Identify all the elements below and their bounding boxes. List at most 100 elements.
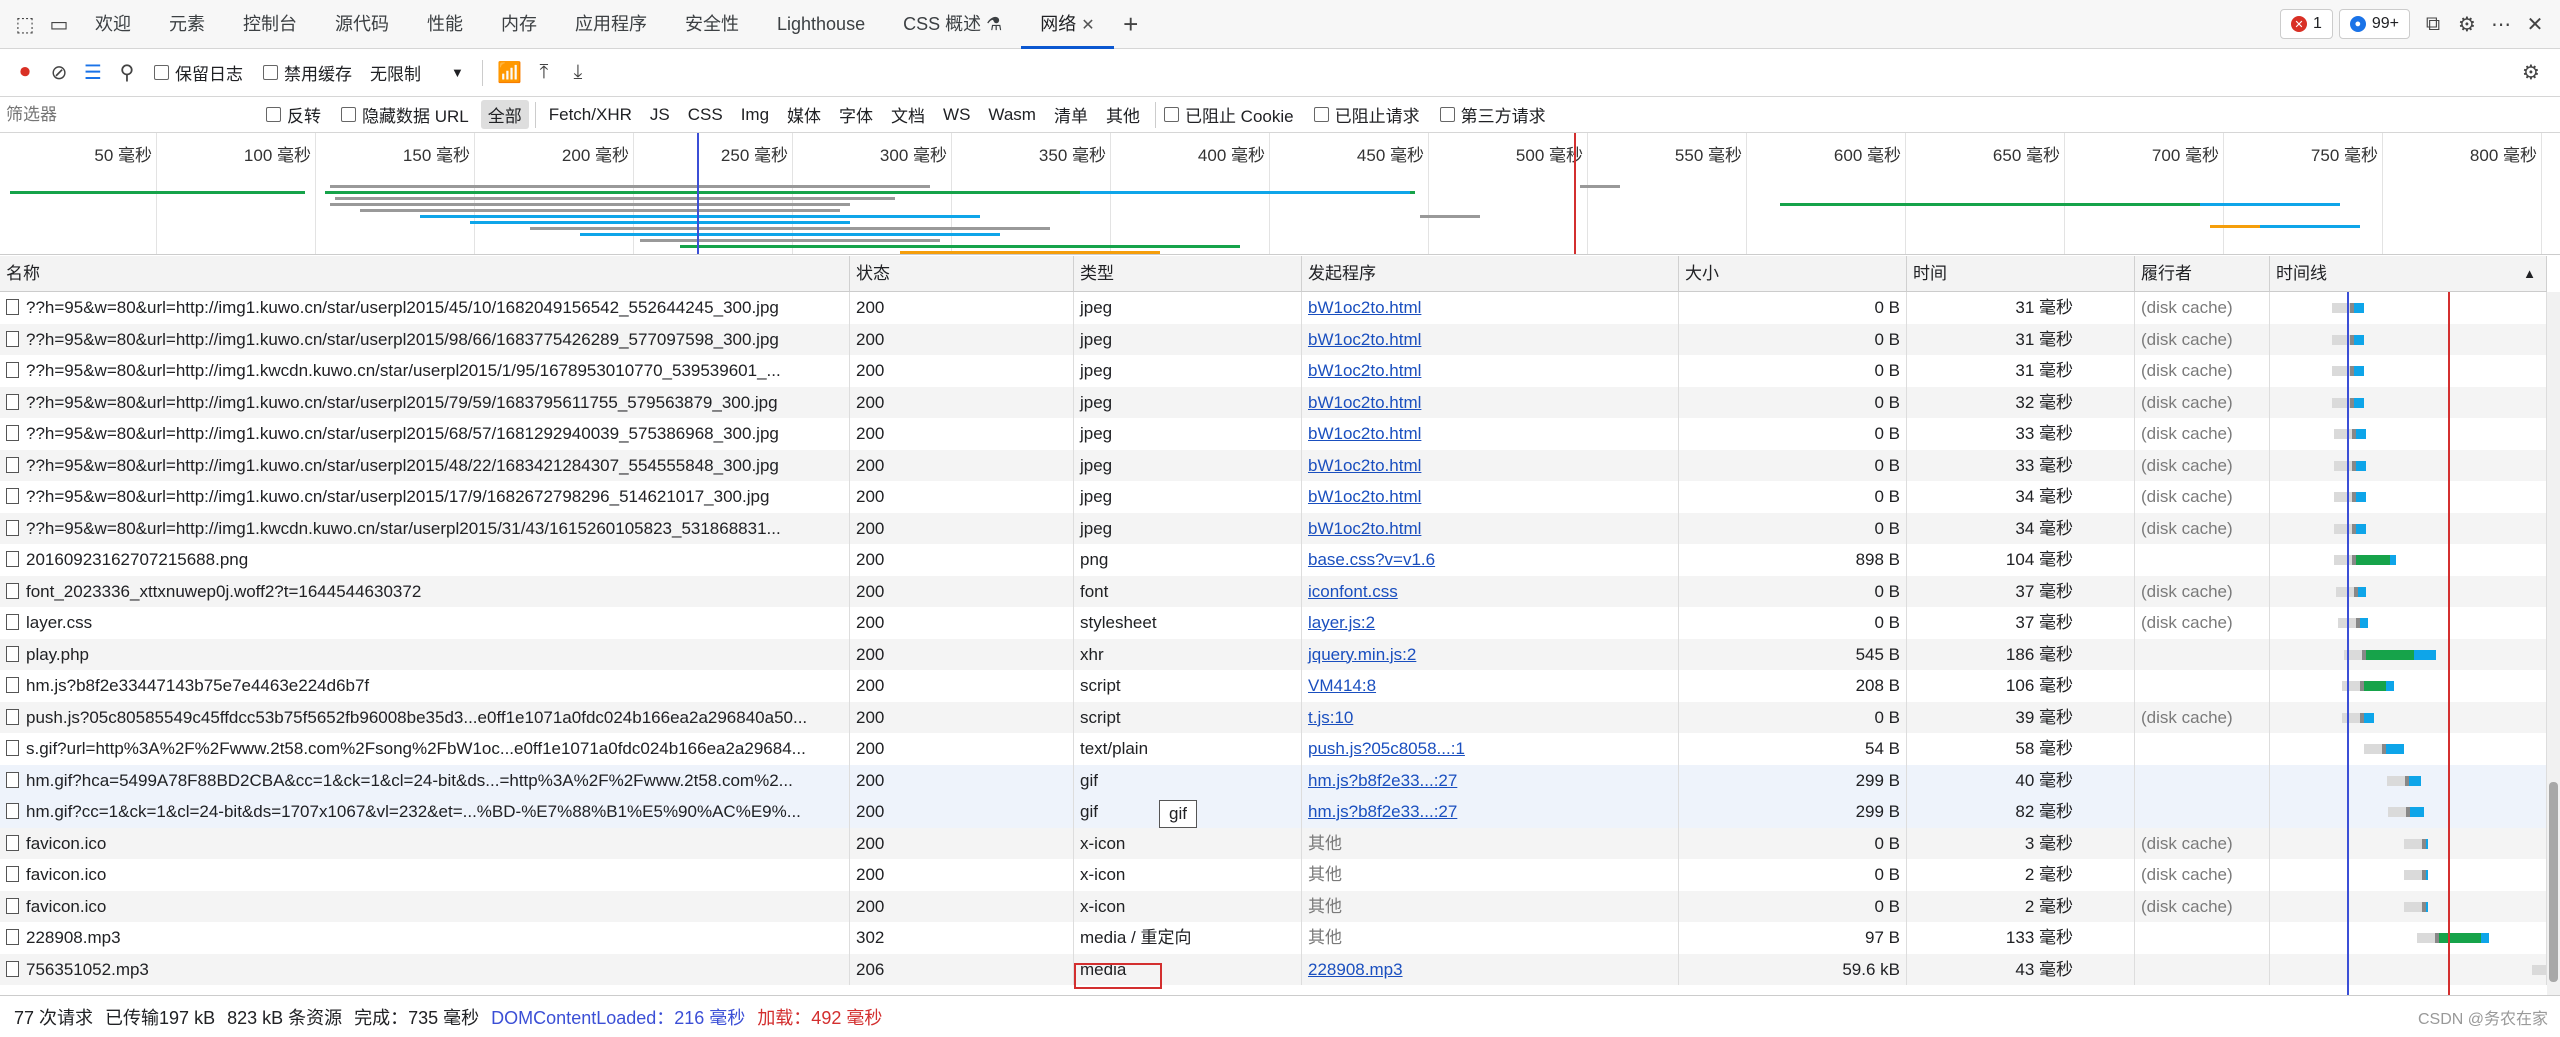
tab-performance[interactable]: 性能 (408, 0, 482, 49)
tab-security[interactable]: 安全性 (666, 0, 758, 49)
cell-initiator-text[interactable]: 228908.mp3 (1308, 960, 1403, 979)
table-row[interactable]: hm.gif?cc=1&ck=1&cl=24-bit&ds=1707x1067&… (0, 796, 2547, 828)
tab-lighthouse[interactable]: Lighthouse (758, 0, 884, 49)
type-filter-ws[interactable]: WS (936, 103, 977, 127)
type-filter-other[interactable]: 其他 (1099, 100, 1147, 129)
type-filter-wasm[interactable]: Wasm (981, 103, 1043, 127)
blocked-requests-checkbox[interactable]: 已阻止请求 (1313, 102, 1420, 127)
disable-cache-box[interactable] (263, 65, 278, 80)
column-type[interactable]: 类型 (1074, 256, 1302, 291)
cell-initiator-text[interactable]: layer.js:2 (1308, 613, 1375, 632)
column-initiator[interactable]: 发起程序 (1302, 256, 1679, 291)
cell-initiator-text[interactable]: bW1oc2to.html (1308, 456, 1421, 475)
close-tab-icon[interactable]: ✕ (1081, 17, 1094, 34)
share-icon[interactable]: ⧉ (2416, 7, 2450, 41)
hide-data-url-box[interactable] (341, 107, 356, 122)
device-toolbar-icon[interactable]: ▭ (42, 7, 76, 41)
cell-name[interactable]: ??h=95&w=80&url=http://img1.kuwo.cn/star… (0, 292, 850, 324)
type-filter-media[interactable]: 媒体 (780, 100, 828, 129)
network-settings-icon[interactable]: ⚙ (2514, 56, 2548, 90)
column-fulfilled-by[interactable]: 履行者 (2135, 256, 2270, 291)
cell-name[interactable]: font_2023336_xttxnuwep0j.woff2?t=1644544… (0, 575, 850, 607)
cell-name[interactable]: ??h=95&w=80&url=http://img1.kwcdn.kuwo.c… (0, 355, 850, 387)
invert-checkbox[interactable]: 反转 (266, 102, 321, 127)
cell-initiator-text[interactable]: bW1oc2to.html (1308, 424, 1421, 443)
cell-name[interactable]: 20160923162707215688.png (0, 544, 850, 576)
cell-name[interactable]: ??h=95&w=80&url=http://img1.kuwo.cn/star… (0, 418, 850, 450)
import-har-icon[interactable]: ⤒ (527, 56, 561, 90)
table-row[interactable]: push.js?05c80585549c45ffdcc53b75f5652fb9… (0, 701, 2547, 733)
cell-name[interactable]: layer.css (0, 607, 850, 639)
gear-icon[interactable]: ⚙ (2450, 7, 2484, 41)
cell-name[interactable]: ??h=95&w=80&url=http://img1.kuwo.cn/star… (0, 386, 850, 418)
table-scrollbar[interactable] (2547, 292, 2560, 995)
table-row[interactable]: favicon.ico 200 x-icon 其他 0 B 3 毫秒 (disk cache… (0, 827, 2547, 859)
table-row[interactable]: s.gif?url=http%3A%2F%2Fwww.2t58.com%2Fso… (0, 733, 2547, 765)
clear-icon[interactable]: ⊘ (42, 56, 76, 90)
type-filter-manifest[interactable]: 清单 (1047, 100, 1095, 129)
tab-memory[interactable]: 内存 (482, 0, 556, 49)
cell-name[interactable]: ??h=95&w=80&url=http://img1.kuwo.cn/star… (0, 323, 850, 355)
record-icon[interactable]: ⏺ (8, 56, 42, 90)
table-row[interactable]: ??h=95&w=80&url=http://img1.kuwo.cn/star… (0, 386, 2547, 418)
cell-name[interactable]: hm.gif?hca=5499A78F88BD2CBA&cc=1&ck=1&cl… (0, 764, 850, 796)
cell-name[interactable]: hm.js?b8f2e33447143b75e7e4463e224d6b7f (0, 670, 850, 702)
table-row[interactable]: font_2023336_xttxnuwep0j.woff2?t=1644544… (0, 575, 2547, 607)
cell-name[interactable]: favicon.ico (0, 890, 850, 922)
tab-network[interactable]: 网络 ✕ (1021, 0, 1114, 49)
disable-cache-checkbox[interactable]: 禁用缓存 (263, 60, 352, 85)
tab-sources[interactable]: 源代码 (316, 0, 408, 49)
cell-name[interactable]: push.js?05c80585549c45ffdcc53b75f5652fb9… (0, 701, 850, 733)
table-row[interactable]: play.php 200 xhr jquery.min.js:2 545 B 186 毫秒 (0, 638, 2547, 670)
search-icon[interactable]: ⚲ (110, 56, 144, 90)
cell-name[interactable]: ??h=95&w=80&url=http://img1.kwcdn.kuwo.c… (0, 512, 850, 544)
cell-name[interactable]: favicon.ico (0, 827, 850, 859)
tab-console[interactable]: 控制台 (224, 0, 316, 49)
cell-initiator-text[interactable]: t.js:10 (1308, 708, 1353, 727)
cell-initiator-text[interactable]: bW1oc2to.html (1308, 361, 1421, 380)
type-filter-img[interactable]: Img (734, 103, 776, 127)
filter-icon[interactable]: ☰ (76, 56, 110, 90)
throttle-select[interactable]: 无限制 ▼ (370, 60, 464, 85)
export-har-icon[interactable]: ⤓ (561, 56, 595, 90)
blocked-requests-box[interactable] (1313, 107, 1329, 122)
table-row[interactable]: hm.js?b8f2e33447143b75e7e4463e224d6b7f 20… (0, 670, 2547, 702)
table-row[interactable]: favicon.ico 200 x-icon 其他 0 B 2 毫秒 (disk cache… (0, 890, 2547, 922)
message-badge[interactable]: ● 99+ (2338, 9, 2410, 39)
table-row[interactable]: ??h=95&w=80&url=http://img1.kwcdn.kuwo.c… (0, 512, 2547, 544)
column-waterfall[interactable]: 时间线 ▲ (2270, 256, 2547, 291)
table-row[interactable]: ??h=95&w=80&url=http://img1.kuwo.cn/star… (0, 418, 2547, 450)
table-row[interactable]: 20160923162707215688.png 200 png base.css?v… (0, 544, 2547, 576)
cell-initiator-text[interactable]: bW1oc2to.html (1308, 487, 1421, 506)
cell-name[interactable]: s.gif?url=http%3A%2F%2Fwww.2t58.com%2Fso… (0, 733, 850, 765)
column-time[interactable]: 时间 (1907, 256, 2135, 291)
cell-initiator-text[interactable]: bW1oc2to.html (1308, 298, 1421, 317)
tab-elements[interactable]: 元素 (150, 0, 224, 49)
type-filter-font[interactable]: 字体 (832, 100, 880, 129)
cell-name[interactable]: favicon.ico (0, 859, 850, 891)
more-icon[interactable]: ⋯ (2484, 7, 2518, 41)
table-row[interactable]: ??h=95&w=80&url=http://img1.kuwo.cn/star… (0, 449, 2547, 481)
cell-initiator-text[interactable]: VM414:8 (1308, 676, 1376, 695)
column-name[interactable]: 名称 (0, 256, 850, 291)
cell-name[interactable]: ??h=95&w=80&url=http://img1.kuwo.cn/star… (0, 449, 850, 481)
blocked-cookies-box[interactable] (1163, 107, 1179, 122)
cell-initiator-text[interactable]: base.css?v=v1.6 (1308, 550, 1435, 569)
table-row[interactable]: ??h=95&w=80&url=http://img1.kwcdn.kuwo.c… (0, 355, 2547, 387)
cell-name[interactable]: ??h=95&w=80&url=http://img1.kuwo.cn/star… (0, 481, 850, 513)
network-overview[interactable]: 50 毫秒 100 毫秒 150 毫秒 200 毫秒 250 毫秒 300 毫秒 350 毫… (0, 133, 2560, 255)
cell-initiator-text[interactable]: hm.js?b8f2e33...:27 (1308, 802, 1457, 821)
cell-name[interactable]: play.php (0, 638, 850, 670)
filter-input[interactable] (6, 101, 256, 128)
inspect-icon[interactable]: ⬚ (8, 7, 42, 41)
table-row[interactable]: favicon.ico 200 x-icon 其他 0 B 2 毫秒 (disk cache… (0, 859, 2547, 891)
blocked-cookies-checkbox[interactable]: 已阻止 Cookie (1163, 102, 1294, 127)
cell-initiator-text[interactable]: iconfont.css (1308, 582, 1398, 601)
table-row[interactable]: 756351052.mp3 206 media 228908.mp3 59.6 kB 43… (0, 953, 2547, 985)
table-row[interactable]: hm.gif?hca=5499A78F88BD2CBA&cc=1&ck=1&cl… (0, 764, 2547, 796)
cell-name[interactable]: hm.gif?cc=1&ck=1&cl=24-bit&ds=1707x1067&… (0, 796, 850, 828)
add-tab-icon[interactable]: + (1114, 7, 1148, 41)
close-icon[interactable]: ✕ (2518, 7, 2552, 41)
cell-initiator-text[interactable]: bW1oc2to.html (1308, 330, 1421, 349)
table-row[interactable]: layer.css 200 stylesheet layer.js:2 0 B 37 毫秒… (0, 607, 2547, 639)
